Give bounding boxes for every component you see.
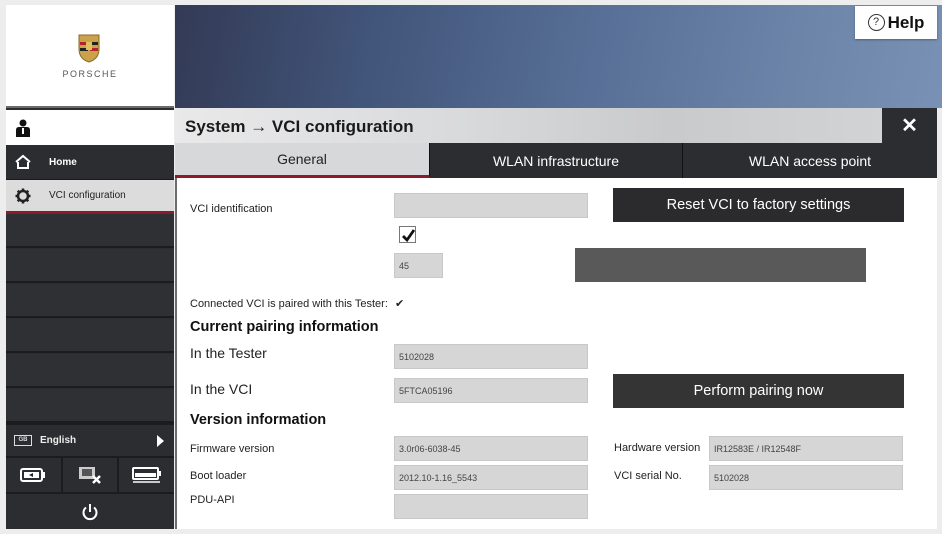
paired-check-icon: ✔ xyxy=(395,298,405,310)
bootloader-field[interactable]: 2012.10-1.16_5543 xyxy=(394,465,588,490)
tab-bar: General WLAN infrastructure WLAN access … xyxy=(175,143,937,178)
network-status[interactable] xyxy=(63,458,120,492)
tester-pairing-field[interactable]: 5102028 xyxy=(394,344,588,369)
sidebar-empty-slot xyxy=(6,354,174,388)
battery-level-status[interactable] xyxy=(119,458,174,492)
disabled-action-button[interactable] xyxy=(575,248,866,282)
tab-general[interactable]: General xyxy=(175,143,430,178)
language-selector[interactable]: GB English xyxy=(6,423,174,458)
home-icon xyxy=(15,154,31,169)
pdu-api-label: PDU-API xyxy=(190,494,235,506)
battery-charging-status[interactable] xyxy=(6,458,63,492)
sidebar-empty-slot xyxy=(6,319,174,353)
vci-identification-field[interactable] xyxy=(394,193,588,218)
paired-status-label: Connected VCI is paired with this Tester… xyxy=(190,298,388,310)
number-field[interactable]: 45 xyxy=(394,253,443,278)
close-button[interactable]: ✕ xyxy=(882,108,937,143)
status-bar xyxy=(6,458,174,494)
bootloader-label: Boot loader xyxy=(190,470,247,482)
page-title: System → VCI configuration xyxy=(185,117,414,136)
help-label: Help xyxy=(887,12,925,32)
tab-wlan-access-point[interactable]: WLAN access point xyxy=(683,143,937,178)
perform-pairing-button[interactable]: Perform pairing now xyxy=(613,374,904,408)
header-background xyxy=(175,5,942,108)
vci-label: In the VCI xyxy=(190,381,253,397)
reset-vci-button[interactable]: Reset VCI to factory settings xyxy=(613,188,904,222)
user-row[interactable] xyxy=(6,110,174,145)
brand-wordmark: PORSCHE xyxy=(62,69,118,79)
vci-serial-field[interactable]: 5102028 xyxy=(709,465,903,490)
porsche-crest-icon xyxy=(78,34,100,63)
vci-serial-label: VCI serial No. xyxy=(614,470,682,482)
sidebar-empty-slot xyxy=(6,214,174,248)
user-icon xyxy=(16,119,30,137)
general-panel: VCI identification 45 Reset VCI to facto… xyxy=(175,178,937,529)
sidebar-item-label: VCI configuration xyxy=(49,190,126,201)
sidebar-item-vci-configuration[interactable]: VCI configuration xyxy=(6,180,174,214)
help-button[interactable]: ? Help xyxy=(855,6,937,39)
sidebar: PORSCHE Home VCI configuration GB Englis… xyxy=(6,5,174,529)
checkmark-icon xyxy=(402,229,416,243)
battery-level-icon xyxy=(131,467,161,483)
firmware-field[interactable]: 3.0r06-6038-45 xyxy=(394,436,588,461)
sidebar-item-label: Home xyxy=(49,156,77,168)
title-bar: System → VCI configuration xyxy=(175,108,882,143)
logo-area: PORSCHE xyxy=(6,5,174,108)
power-button[interactable] xyxy=(6,494,174,529)
version-heading: Version information xyxy=(190,412,327,428)
language-label: English xyxy=(40,435,77,446)
hardware-version-label: Hardware version xyxy=(614,442,701,454)
firmware-label: Firmware version xyxy=(190,443,275,455)
vci-identification-label: VCI identification xyxy=(190,203,273,215)
hardware-version-field[interactable]: IR12583E / IR12548F xyxy=(709,436,903,461)
gear-icon xyxy=(15,188,31,203)
pdu-api-field[interactable] xyxy=(394,494,588,519)
tester-label: In the Tester xyxy=(190,345,267,361)
help-icon: ? xyxy=(867,14,885,31)
close-icon: ✕ xyxy=(901,115,918,137)
sidebar-empty-slot xyxy=(6,284,174,318)
sidebar-empty-slot xyxy=(6,389,174,423)
battery-charging-icon xyxy=(20,468,46,482)
checkbox[interactable] xyxy=(399,226,416,243)
network-disconnected-icon xyxy=(79,467,101,484)
chevron-right-icon xyxy=(157,434,164,447)
tab-wlan-infrastructure[interactable]: WLAN infrastructure xyxy=(430,143,683,178)
power-icon xyxy=(82,503,98,520)
language-flag-badge: GB xyxy=(14,435,32,446)
sidebar-empty-slot xyxy=(6,249,174,283)
sidebar-item-home[interactable]: Home xyxy=(6,145,174,180)
pairing-heading: Current pairing information xyxy=(190,319,379,335)
vci-pairing-field[interactable]: 5FTCA05196 xyxy=(394,378,588,403)
